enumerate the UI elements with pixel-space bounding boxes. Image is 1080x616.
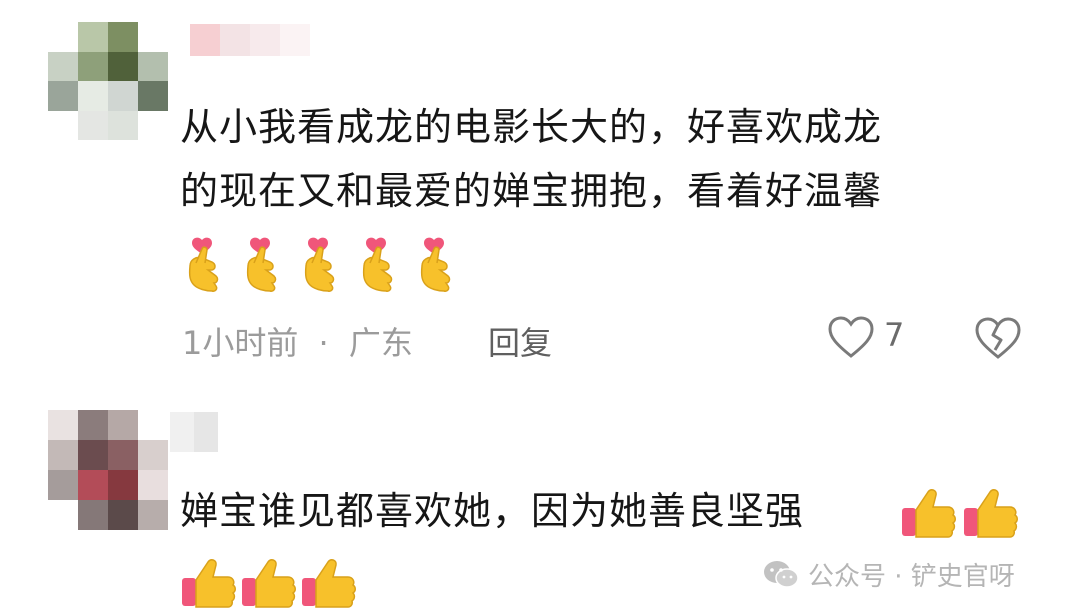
username-redacted[interactable] (190, 24, 310, 56)
timestamp: 1小时前 (182, 324, 299, 362)
watermark-label: 公众号 · 铲史官呀 (808, 562, 1015, 592)
avatar[interactable] (48, 22, 168, 140)
dislike-button[interactable] (972, 314, 1024, 362)
broken-heart-icon (975, 317, 1021, 359)
like-button[interactable] (826, 314, 876, 362)
heart-outline-icon (828, 316, 874, 358)
finger-heart-emoji-row (188, 236, 451, 292)
comment-text-line: 婵宝谁见都喜欢她，因为她善良坚强 (180, 489, 805, 533)
thumbs-up-emoji-row (181, 559, 356, 608)
wechat-icon (764, 560, 799, 588)
emoji-row (180, 550, 366, 616)
emoji-row (178, 232, 478, 298)
watermark: 公众号 · 铲史官呀 (762, 556, 1015, 593)
reply-button[interactable]: 回复 (488, 318, 552, 364)
emoji-row (900, 480, 1024, 546)
avatar[interactable] (48, 410, 168, 530)
username-redacted[interactable] (170, 412, 218, 452)
like-count: 7 (884, 316, 905, 354)
comment-meta: 1小时前 · 广东 (182, 318, 413, 364)
thumbs-up-emoji-row (901, 489, 1018, 538)
location: 广东 (348, 324, 413, 362)
comment-text-line: 从小我看成龙的电影长大的，好喜欢成龙 (180, 105, 883, 149)
separator: · (318, 324, 329, 362)
comment-text-line: 的现在又和最爱的婵宝拥抱，看着好温馨 (180, 169, 883, 213)
